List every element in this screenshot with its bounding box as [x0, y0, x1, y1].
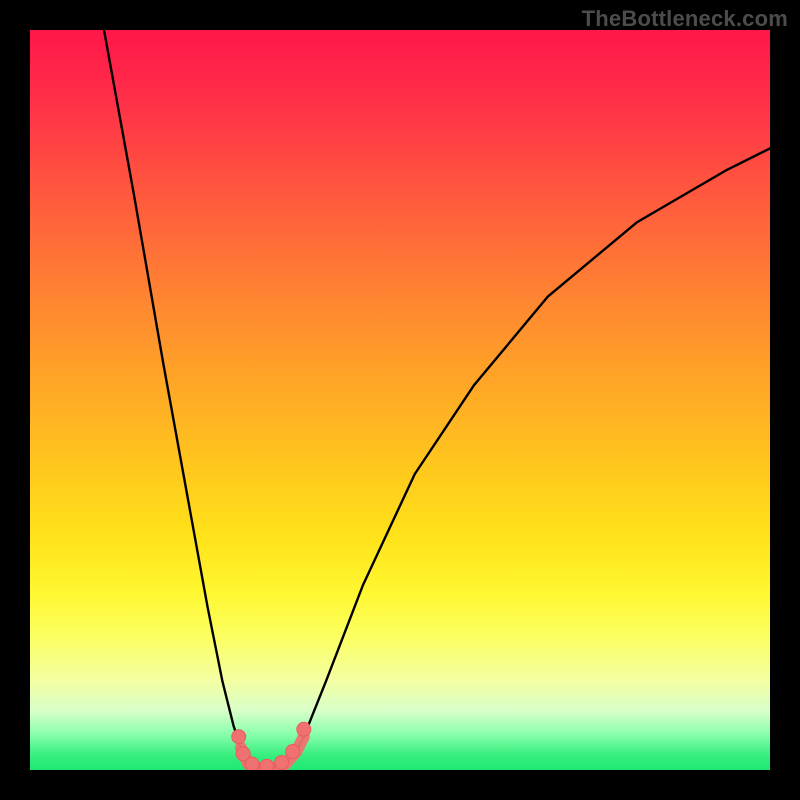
bottleneck-curve: [30, 30, 770, 770]
trough-marker: [297, 722, 311, 736]
trough-smear: [241, 737, 304, 768]
plot-area: [30, 30, 770, 770]
trough-marker: [232, 730, 246, 744]
trough-marker: [260, 759, 274, 770]
trough-marker: [245, 757, 259, 770]
trough-markers-group: [232, 722, 311, 770]
watermark-text: TheBottleneck.com: [582, 6, 788, 32]
trough-marker: [275, 756, 289, 770]
trough-marker: [286, 745, 300, 759]
chart-frame: TheBottleneck.com: [0, 0, 800, 800]
trough-marker: [236, 747, 250, 761]
curve-path: [104, 30, 770, 768]
